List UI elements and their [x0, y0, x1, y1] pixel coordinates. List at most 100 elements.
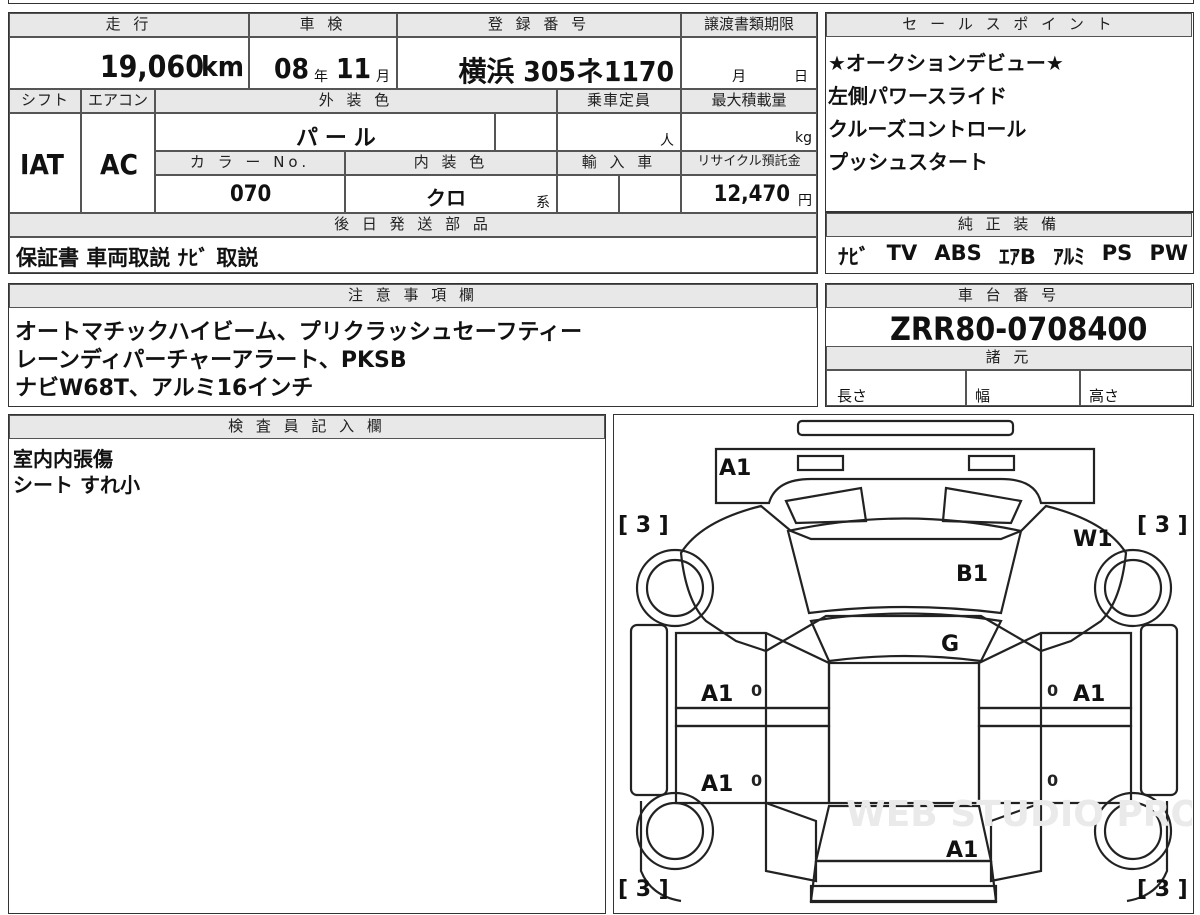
- shift-header: シフト: [9, 89, 81, 113]
- max-load-header: 最大積載量: [681, 89, 817, 113]
- inspector-line-2: シート すれ小: [13, 473, 140, 497]
- zero-right-rear: 0: [1047, 771, 1058, 790]
- exterior-value-cell: パ ー ル: [155, 113, 495, 151]
- mark-left-rear-door: A1: [701, 772, 733, 797]
- notes-header: 注 意 事 項 欄: [9, 284, 817, 308]
- recycle-unit: 円: [798, 193, 812, 209]
- recycle-header: リサイクル預託金: [681, 151, 817, 175]
- mark-left-front-door: A1: [701, 682, 733, 707]
- later-parts-cell: 保証書 車両取説 ﾅﾋﾞ 取説: [9, 237, 817, 273]
- mark-right-front-door: A1: [1073, 682, 1105, 707]
- ac-value: AC: [100, 148, 138, 181]
- inspection-cell: 08 年 11 月: [249, 37, 397, 89]
- exterior-extra-cell: [495, 113, 557, 151]
- zero-right-front: 0: [1047, 681, 1058, 700]
- transfer-month: 月: [732, 69, 746, 85]
- shift-value: IAT: [20, 148, 64, 181]
- length-cell: 長さ: [826, 370, 966, 406]
- inspector-panel: 検 査 員 記 入 欄 室内内張傷 シート すれ小: [8, 414, 606, 914]
- transfer-deadline-header: 譲渡書類期限: [681, 13, 817, 37]
- shift-cell: IAT: [9, 113, 81, 213]
- width-cell: 幅: [966, 370, 1080, 406]
- equipment-pw: PW: [1149, 241, 1188, 265]
- tire-rear-right: [ 3 ]: [1137, 877, 1188, 902]
- equipment-ps: PS: [1101, 241, 1133, 265]
- mark-hood-b1: B1: [956, 562, 988, 587]
- width-label: 幅: [975, 387, 991, 405]
- zero-left-rear: 0: [751, 771, 762, 790]
- equipment-abs: ABS: [934, 241, 982, 265]
- top-clipped-strip: [8, 0, 1194, 4]
- sales-points-header: セ ー ル ス ポ イ ン ト: [826, 13, 1192, 37]
- equipment-header: 純 正 装 備: [826, 213, 1192, 237]
- chassis-panel: 車 台 番 号 ZRR80-0708400 諸 元 長さ 幅 高さ: [825, 283, 1194, 407]
- equipment-tv: TV: [886, 241, 918, 265]
- height-label: 高さ: [1089, 387, 1120, 405]
- max-load-cell: kg: [681, 113, 817, 151]
- inspector-line-1: 室内内張傷: [13, 447, 113, 471]
- later-parts-header: 後 日 発 送 部 品: [9, 213, 817, 237]
- interior-value: クロ: [426, 186, 466, 210]
- later-parts-value: 保証書 車両取説 ﾅﾋﾞ 取説: [16, 246, 259, 270]
- ac-cell: AC: [81, 113, 155, 213]
- chassis-number: ZRR80-0708400: [890, 310, 1148, 348]
- length-label: 長さ: [837, 387, 868, 405]
- recycle-cell: 12,470 円: [681, 175, 817, 213]
- max-load-unit: kg: [795, 130, 812, 146]
- car-diagram-panel: A1 W1 B1 G A1 A1 A1 A1 [ 3 ] [ 3 ] [ 3 ]…: [613, 414, 1194, 914]
- interior-header: 内 装 色: [345, 151, 557, 175]
- notes-line-3: ナビW68T、アルミ16インチ: [15, 376, 314, 401]
- transfer-deadline-cell: 月 日: [681, 37, 817, 89]
- capacity-header: 乗車定員: [557, 89, 681, 113]
- exterior-header: 外 装 色: [155, 89, 557, 113]
- transfer-day: 日: [794, 69, 808, 85]
- registration-cell: 横浜 305ネ1170: [397, 37, 681, 89]
- equipment-airbag: ｴｱB: [998, 245, 1036, 269]
- car-diagram: A1 W1 B1 G A1 A1 A1 A1 [ 3 ] [ 3 ] [ 3 ]…: [618, 419, 1192, 904]
- color-no-header: カ ラ ー No.: [155, 151, 345, 175]
- tire-front-right: [ 3 ]: [1137, 513, 1188, 538]
- capacity-cell: 人: [557, 113, 681, 151]
- height-cell: 高さ: [1080, 370, 1192, 406]
- color-no-cell: 070: [155, 175, 345, 213]
- inspection-month: 11: [336, 52, 372, 85]
- sales-point-3: クルーズコントロール: [828, 117, 1027, 141]
- import-header: 輸 入 車: [557, 151, 681, 175]
- inspection-year-unit: 年: [314, 69, 328, 85]
- import-cell-b: [619, 175, 681, 213]
- inspection-year: 08: [274, 52, 310, 85]
- chassis-header: 車 台 番 号: [826, 284, 1192, 308]
- tire-rear-left: [ 3 ]: [618, 877, 669, 902]
- inspector-header: 検 査 員 記 入 欄: [9, 415, 605, 439]
- equipment-list: ﾅﾋﾞ TV ABS ｴｱB ｱﾙﾐ PS PW: [838, 241, 1188, 271]
- registration-value: 横浜 305ネ1170: [458, 55, 674, 88]
- mileage-header: 走 行: [9, 13, 249, 37]
- equipment-panel: 純 正 装 備 ﾅﾋﾞ TV ABS ｴｱB ｱﾙﾐ PS PW: [825, 212, 1194, 274]
- interior-suffix: 系: [536, 195, 550, 211]
- sales-point-2: 左側パワースライド: [828, 84, 1007, 108]
- inspection-month-unit: 月: [376, 69, 390, 85]
- vehicle-info-table: 走 行 車 検 登 録 番 号 譲渡書類期限 19,060 km 08 年 11…: [8, 12, 818, 274]
- equipment-alloy: ｱﾙﾐ: [1053, 245, 1085, 269]
- mark-windshield-w1: W1: [1073, 527, 1113, 552]
- import-cell-a: [557, 175, 619, 213]
- color-no-value: 070: [230, 182, 272, 207]
- watermark: WEB STUDIO PRO: [846, 794, 1192, 835]
- zero-left-front: 0: [751, 681, 762, 700]
- mark-windshield-g: G: [941, 632, 959, 657]
- capacity-unit: 人: [660, 133, 674, 149]
- recycle-value: 12,470: [713, 182, 790, 207]
- mileage-unit: km: [201, 50, 244, 83]
- notes-panel: 注 意 事 項 欄 オートマチックハイビーム、プリクラッシュセーフティー レーン…: [8, 283, 818, 407]
- sales-point-1: ★オークションデビュー★: [828, 51, 1064, 75]
- spec-header: 諸 元: [826, 346, 1192, 370]
- interior-cell: クロ 系: [345, 175, 557, 213]
- registration-header: 登 録 番 号: [397, 13, 681, 37]
- mark-rear-a1: A1: [946, 838, 978, 863]
- inspection-header: 車 検: [249, 13, 397, 37]
- equipment-nav: ﾅﾋﾞ: [838, 245, 870, 269]
- mileage-cell: 19,060 km: [9, 37, 249, 89]
- tire-front-left: [ 3 ]: [618, 513, 669, 538]
- ac-header: エアコン: [81, 89, 155, 113]
- sales-points-panel: セ ー ル ス ポ イ ン ト ★オークションデビュー★ 左側パワースライド ク…: [825, 12, 1194, 212]
